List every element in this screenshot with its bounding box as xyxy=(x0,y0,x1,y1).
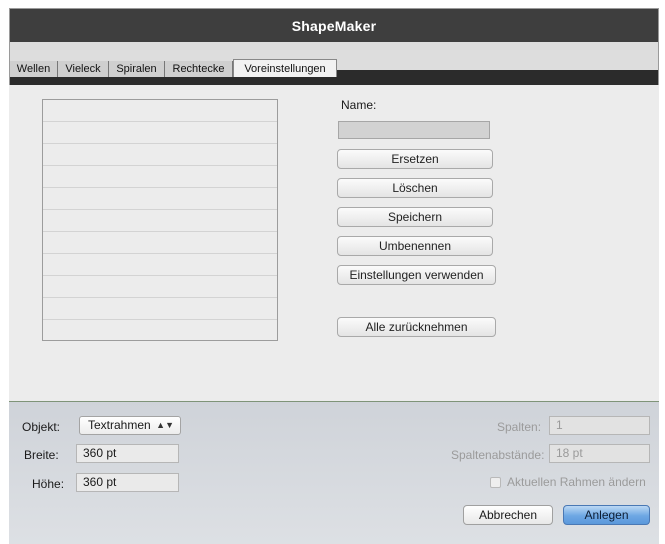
list-item[interactable] xyxy=(43,254,277,276)
updown-arrows-icon: ▲▼ xyxy=(156,420,174,430)
use-settings-button[interactable]: Einstellungen verwenden xyxy=(337,265,496,285)
list-item[interactable] xyxy=(43,298,277,320)
rename-button[interactable]: Umbenennen xyxy=(337,236,493,256)
object-select-value: Textrahmen xyxy=(88,418,151,432)
height-label: Höhe: xyxy=(32,477,65,491)
list-item[interactable] xyxy=(43,210,277,232)
gutter-label: Spaltenabstände: xyxy=(451,448,545,462)
tab-spiralen[interactable]: Spiralen xyxy=(109,61,165,77)
save-button[interactable]: Speichern xyxy=(337,207,493,227)
gutter-input[interactable]: 18 pt xyxy=(549,444,650,463)
name-input[interactable] xyxy=(338,121,490,139)
list-item[interactable] xyxy=(43,166,277,188)
reset-all-button[interactable]: Alle zurücknehmen xyxy=(337,317,496,337)
width-label: Breite: xyxy=(24,448,59,462)
modify-frame-checkbox[interactable] xyxy=(490,477,501,488)
object-label: Objekt: xyxy=(22,420,61,434)
tab-voreinstellungen[interactable]: Voreinstellungen xyxy=(233,59,337,77)
replace-button[interactable]: Ersetzen xyxy=(337,149,493,169)
name-label: Name: xyxy=(341,98,377,112)
object-select[interactable]: Textrahmen ▲▼ xyxy=(79,416,181,435)
list-item[interactable] xyxy=(43,188,277,210)
title-bar: ShapeMaker xyxy=(10,9,658,43)
list-item[interactable] xyxy=(43,276,277,298)
list-item[interactable] xyxy=(43,232,277,254)
delete-button[interactable]: Löschen xyxy=(337,178,493,198)
tab-wellen[interactable]: Wellen xyxy=(10,61,58,77)
list-item[interactable] xyxy=(43,144,277,166)
window-title: ShapeMaker xyxy=(291,17,377,34)
tab-rechtecke[interactable]: Rechtecke xyxy=(165,61,233,77)
create-button[interactable]: Anlegen xyxy=(563,505,650,525)
columns-input[interactable]: 1 xyxy=(549,416,650,435)
preset-list[interactable] xyxy=(42,99,278,341)
height-input[interactable]: 360 pt xyxy=(76,473,179,492)
modify-frame-label: Aktuellen Rahmen ändern xyxy=(507,475,646,489)
cancel-button[interactable]: Abbrechen xyxy=(463,505,553,525)
list-item[interactable] xyxy=(43,100,277,122)
width-input[interactable]: 360 pt xyxy=(76,444,179,463)
list-item[interactable] xyxy=(43,122,277,144)
tab-vieleck[interactable]: Vieleck xyxy=(58,61,109,77)
columns-label: Spalten: xyxy=(497,420,542,434)
